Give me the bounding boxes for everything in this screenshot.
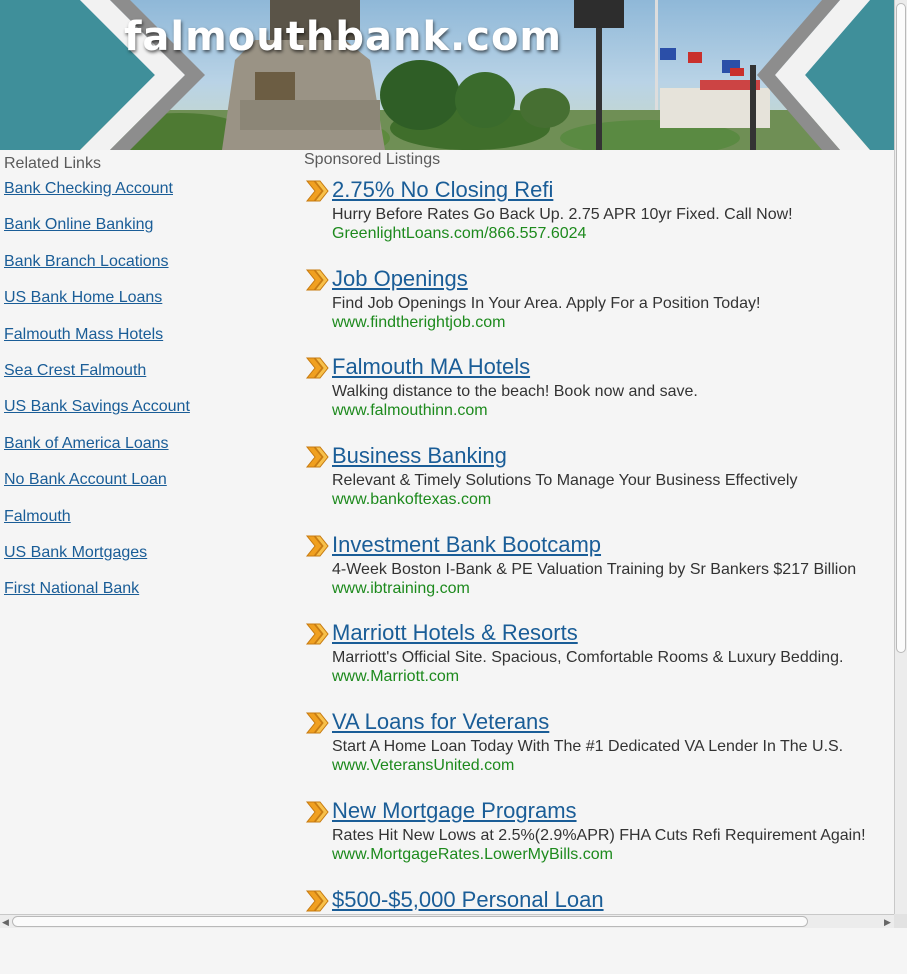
arrow-right-icon[interactable]: ▶ [884, 917, 891, 928]
related-link-item: First National Bank [4, 580, 190, 616]
related-link[interactable]: US Bank Home Loans [4, 289, 162, 306]
related-links-list: Bank Checking Account Bank Online Bankin… [4, 180, 190, 617]
listing-title-link[interactable]: VA Loans for Veterans [332, 708, 866, 736]
site-title: falmouthbank.com [124, 14, 562, 60]
listing-description: Relevant & Timely Solutions To Manage Yo… [332, 471, 866, 490]
listing-url[interactable]: www.VeteransUnited.com [332, 756, 866, 775]
related-link[interactable]: Sea Crest Falmouth [4, 362, 146, 379]
related-link[interactable]: Falmouth Mass Hotels [4, 326, 163, 343]
related-link-item: US Bank Home Loans [4, 289, 190, 325]
double-chevron-icon [305, 180, 329, 202]
related-link-item: US Bank Savings Account [4, 398, 190, 434]
listing-title-link[interactable]: Marriott Hotels & Resorts [332, 619, 866, 647]
listing-title-link[interactable]: Job Openings [332, 265, 866, 293]
related-link-item: Bank Branch Locations [4, 253, 190, 289]
listing-item: $500-$5,000 Personal Loan [305, 886, 866, 974]
double-chevron-icon [305, 712, 329, 734]
double-chevron-icon [305, 801, 329, 823]
related-link[interactable]: Bank Checking Account [4, 180, 173, 197]
double-chevron-icon [305, 535, 329, 557]
listing-url[interactable]: www.ibtraining.com [332, 579, 866, 598]
sponsored-listings: 2.75% No Closing Refi Hurry Before Rates… [305, 176, 866, 974]
listing-description: Rates Hit New Lows at 2.5%(2.9%APR) FHA … [332, 826, 866, 845]
listing-title-link[interactable]: Investment Bank Bootcamp [332, 531, 866, 559]
listing-item: Job Openings Find Job Openings In Your A… [305, 265, 866, 354]
vertical-scrollbar[interactable] [894, 0, 907, 914]
arrow-left-icon[interactable]: ◀ [2, 917, 9, 928]
related-link[interactable]: Bank of America Loans [4, 435, 169, 452]
double-chevron-icon [305, 357, 329, 379]
related-link-item: Bank of America Loans [4, 435, 190, 471]
listing-item: New Mortgage Programs Rates Hit New Lows… [305, 797, 866, 886]
listing-title-link[interactable]: New Mortgage Programs [332, 797, 866, 825]
listing-description: Find Job Openings In Your Area. Apply Fo… [332, 294, 866, 313]
scrollbar-corner [894, 914, 907, 928]
listing-url[interactable]: www.falmouthinn.com [332, 401, 866, 420]
sponsored-listings-heading: Sponsored Listings [304, 151, 440, 169]
related-link[interactable]: Bank Branch Locations [4, 253, 169, 270]
listing-description: Walking distance to the beach! Book now … [332, 382, 866, 401]
double-chevron-icon [305, 446, 329, 468]
listing-item: VA Loans for Veterans Start A Home Loan … [305, 708, 866, 797]
listing-item: Falmouth MA Hotels Walking distance to t… [305, 353, 866, 442]
related-link[interactable]: Bank Online Banking [4, 216, 153, 233]
related-link-item: Sea Crest Falmouth [4, 362, 190, 398]
related-link-item: Falmouth [4, 508, 190, 544]
listing-url[interactable]: www.bankoftexas.com [332, 490, 866, 509]
listing-item: 2.75% No Closing Refi Hurry Before Rates… [305, 176, 866, 265]
related-link-item: Bank Checking Account [4, 180, 190, 216]
related-link[interactable]: Falmouth [4, 508, 71, 525]
double-chevron-icon [305, 890, 329, 912]
listing-description: Marriott's Official Site. Spacious, Comf… [332, 648, 866, 667]
horizontal-scrollbar[interactable]: ◀ ▶ [0, 914, 907, 928]
listing-description: 4-Week Boston I-Bank & PE Valuation Trai… [332, 560, 866, 579]
related-link[interactable]: US Bank Mortgages [4, 544, 147, 561]
listing-title-link[interactable]: Falmouth MA Hotels [332, 353, 866, 381]
listing-description: Start A Home Loan Today With The #1 Dedi… [332, 737, 866, 756]
vertical-scroll-thumb[interactable] [896, 3, 906, 653]
listing-title-link[interactable]: 2.75% No Closing Refi [332, 176, 866, 204]
listing-title-link[interactable]: Business Banking [332, 442, 866, 470]
related-link[interactable]: US Bank Savings Account [4, 398, 190, 415]
listing-item: Marriott Hotels & Resorts Marriott's Off… [305, 619, 866, 708]
listing-url[interactable]: GreenlightLoans.com/866.557.6024 [332, 224, 866, 243]
listing-url[interactable]: www.findtherightjob.com [332, 313, 866, 332]
related-link[interactable]: No Bank Account Loan [4, 471, 167, 488]
related-link-item: Falmouth Mass Hotels [4, 326, 190, 362]
listing-description: Hurry Before Rates Go Back Up. 2.75 APR … [332, 205, 866, 224]
listing-title-link[interactable]: $500-$5,000 Personal Loan [332, 886, 866, 914]
double-chevron-icon [305, 269, 329, 291]
listing-url[interactable]: www.Marriott.com [332, 667, 866, 686]
related-links-heading: Related Links [4, 155, 101, 173]
listing-item: Investment Bank Bootcamp 4-Week Boston I… [305, 531, 866, 620]
double-chevron-icon [305, 623, 329, 645]
related-link-item: US Bank Mortgages [4, 544, 190, 580]
listing-item: Business Banking Relevant & Timely Solut… [305, 442, 866, 531]
related-link-item: Bank Online Banking [4, 216, 190, 252]
header-banner: falmouthbank.com [0, 0, 894, 150]
related-link-item: No Bank Account Loan [4, 471, 190, 507]
horizontal-scroll-thumb[interactable] [12, 916, 808, 927]
related-link[interactable]: First National Bank [4, 580, 139, 597]
listing-url[interactable]: www.MortgageRates.LowerMyBills.com [332, 845, 866, 864]
